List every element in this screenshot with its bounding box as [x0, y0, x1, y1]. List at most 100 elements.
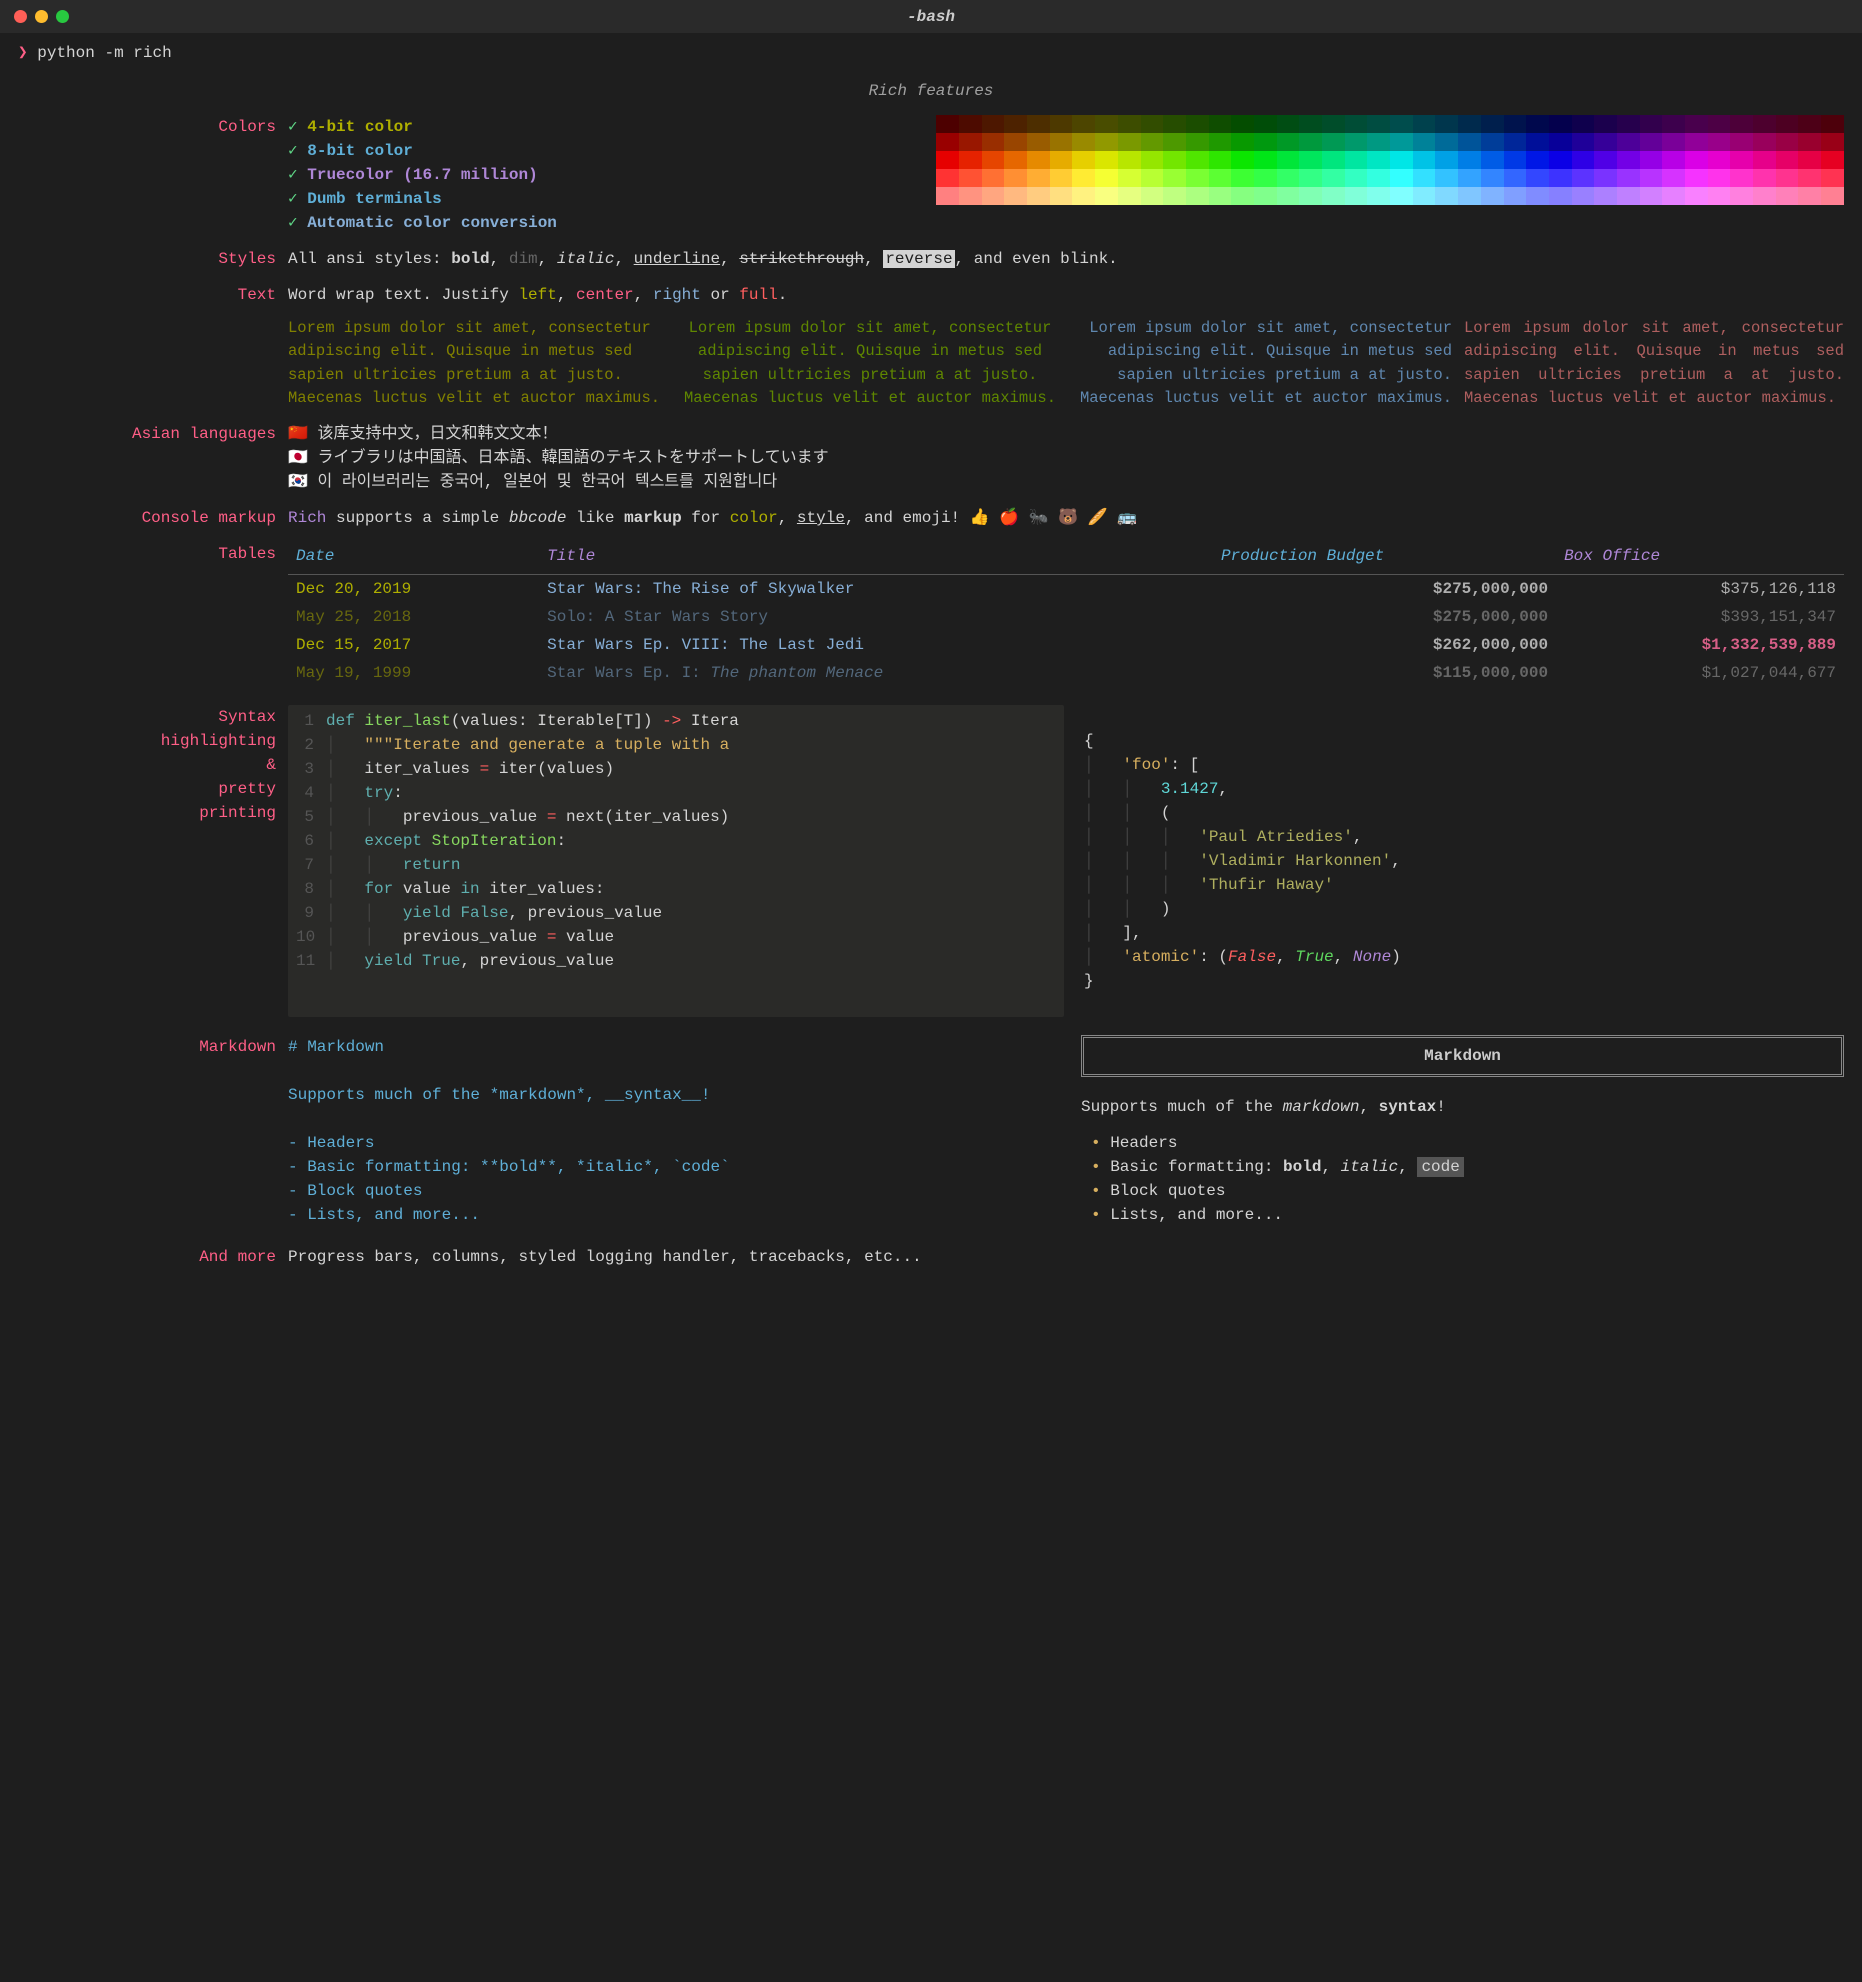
lorem-full: Lorem ipsum dolor sit amet, consectetur …: [1464, 317, 1844, 410]
tables-row: Tables Date Title Production Budget Box …: [18, 542, 1844, 687]
markup-bbcode: bbcode: [509, 509, 567, 527]
num: 3.1427: [1161, 780, 1219, 798]
t: Supports much of the: [1081, 1098, 1283, 1116]
th-box: Box Office: [1556, 542, 1844, 575]
style-underline: underline: [634, 250, 720, 268]
markup-demo: Rich supports a simple bbcode like marku…: [288, 506, 1844, 530]
cell-date: Dec 15, 2017: [288, 631, 539, 659]
t: supports a simple: [326, 509, 508, 527]
text-justify-line: Word wrap text. Justify left, center, ri…: [288, 283, 1844, 307]
prompt-symbol: ❯: [18, 44, 28, 62]
text-wrap: Word wrap text. Justify: [288, 286, 518, 304]
cell-budget: $115,000,000: [1213, 659, 1556, 687]
minimize-icon[interactable]: [35, 10, 48, 23]
code-line: 7│ │ return: [296, 853, 1056, 877]
li: Headers: [1091, 1131, 1844, 1155]
markup-row: Console markup Rich supports a simple bb…: [18, 506, 1844, 530]
md-l: - Headers: [288, 1131, 1051, 1155]
more-text: Progress bars, columns, styled logging h…: [288, 1245, 1844, 1269]
li: Lists, and more...: [1091, 1203, 1844, 1227]
cell-budget: $275,000,000: [1213, 603, 1556, 631]
md-b: syntax: [1379, 1098, 1437, 1116]
b: bold: [1283, 1158, 1321, 1176]
md-header-box: Markdown: [1081, 1035, 1844, 1077]
label-markdown: Markdown: [18, 1035, 288, 1227]
cell-date: May 25, 2018: [288, 603, 539, 631]
close-icon[interactable]: [14, 10, 27, 23]
md-l: - Lists, and more...: [288, 1203, 1051, 1227]
asian-zh: 🇨🇳 该库支持中文，日文和韩文文本！: [288, 422, 1844, 446]
md-it: markdown: [1283, 1098, 1360, 1116]
code-line: 4│ try:: [296, 781, 1056, 805]
color-auto: Automatic color conversion: [307, 214, 557, 232]
check-icon: ✓: [288, 118, 298, 136]
t: !: [1436, 1098, 1446, 1116]
code-line: 5│ │ previous_value = next(iter_values): [296, 805, 1056, 829]
style-italic: italic: [557, 250, 615, 268]
t: Basic formatting:: [1110, 1158, 1283, 1176]
c: code: [1417, 1157, 1463, 1177]
md-list: Headers Basic formatting: bold, italic, …: [1081, 1131, 1844, 1227]
th-budget: Production Budget: [1213, 542, 1556, 575]
terminal-content[interactable]: ❯ python -m rich Rich features Colors ✓ …: [0, 33, 1862, 1309]
color-dumb: Dumb terminals: [307, 190, 441, 208]
cell-box: $1,027,044,677: [1556, 659, 1844, 687]
markup-style: style: [797, 509, 845, 527]
check-icon: ✓: [288, 214, 298, 232]
justify-full: full: [739, 286, 777, 304]
md-h1: # Markdown: [288, 1035, 1051, 1059]
color-4bit: 4-bit color: [307, 118, 413, 136]
maximize-icon[interactable]: [56, 10, 69, 23]
code-block: 1def iter_last(values: Iterable[T]) -> I…: [288, 705, 1064, 1017]
window-title: -bash: [907, 5, 955, 29]
cell-date: Dec 20, 2019: [288, 575, 539, 604]
color-palette: [936, 115, 1844, 235]
lorem-left: Lorem ipsum dolor sit amet, consectetur …: [288, 317, 668, 410]
style-bold: bold: [451, 250, 489, 268]
md-l: - Basic formatting: **bold**, *italic*, …: [288, 1155, 1051, 1179]
t: , and emoji!: [845, 509, 970, 527]
md-p: Supports much of the *markdown*, __synta…: [288, 1083, 1051, 1107]
code-line: 2│ """Iterate and generate a tuple with …: [296, 733, 1056, 757]
text-or: or: [701, 286, 739, 304]
code-line: 10│ │ previous_value = value: [296, 925, 1056, 949]
md-l: - Block quotes: [288, 1179, 1051, 1203]
style-strike: strikethrough: [739, 250, 864, 268]
v: False: [1228, 948, 1276, 966]
t: like: [566, 509, 624, 527]
li: Block quotes: [1091, 1179, 1844, 1203]
label-asian: Asian languages: [18, 422, 288, 494]
t: ,: [1359, 1098, 1378, 1116]
cell-box: $1,332,539,889: [1556, 631, 1844, 659]
command: python -m rich: [37, 44, 171, 62]
label-text: Text: [18, 283, 288, 410]
md-text: Supports much of the markdown, syntax!: [1081, 1095, 1844, 1119]
cell-title: Star Wars Ep. I: The phantom Menace: [539, 659, 1213, 687]
style-dim: dim: [509, 250, 538, 268]
v: True: [1295, 948, 1333, 966]
check-icon: ✓: [288, 142, 298, 160]
movie-table: Date Title Production Budget Box Office …: [288, 542, 1844, 687]
code-line: 8│ for value in iter_values:: [296, 877, 1056, 901]
asian-jp: 🇯🇵 ライブラリは中国語、日本語、韓国語のテキストをサポートしています: [288, 446, 1844, 470]
syntax-row: Syntaxhighlighting&prettyprinting 1def i…: [18, 705, 1844, 1017]
s: 'Vladimir Harkonnen': [1199, 852, 1391, 870]
cell-title: Star Wars: The Rise of Skywalker: [539, 575, 1213, 604]
color-8bit: 8-bit color: [307, 142, 413, 160]
styles-demo: All ansi styles: bold, dim, italic, unde…: [288, 247, 1844, 271]
markup-color: color: [730, 509, 778, 527]
th-date: Date: [288, 542, 539, 575]
markup-bold: markup: [624, 509, 682, 527]
code-line: 3│ iter_values = iter(values): [296, 757, 1056, 781]
asian-block: 🇨🇳 该库支持中文，日文和韩文文本！ 🇯🇵 ライブラリは中国語、日本語、韓国語の…: [288, 422, 1844, 494]
check-icon: ✓: [288, 166, 298, 184]
lorem-grid: Lorem ipsum dolor sit amet, consectetur …: [288, 317, 1844, 410]
code-line: 1def iter_last(values: Iterable[T]) -> I…: [296, 709, 1056, 733]
code-line: 9│ │ yield False, previous_value: [296, 901, 1056, 925]
check-icon: ✓: [288, 190, 298, 208]
code-line: 11│ yield True, previous_value: [296, 949, 1056, 973]
label-styles: Styles: [18, 247, 288, 271]
label-colors: Colors: [18, 115, 288, 235]
justify-left: left: [518, 286, 556, 304]
colors-list: ✓ 4-bit color ✓ 8-bit color ✓ Truecolor …: [288, 115, 936, 235]
